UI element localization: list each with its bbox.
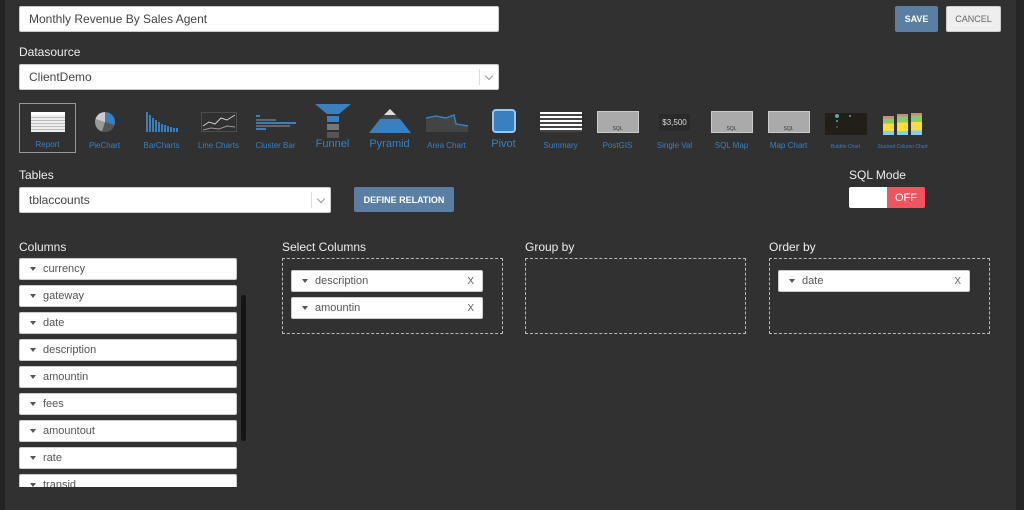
remove-button[interactable]: X (467, 276, 474, 287)
caret-down-icon (30, 294, 36, 298)
column-item[interactable]: gateway (19, 285, 237, 307)
field-name: amountin (315, 302, 361, 314)
column-name: gateway (43, 290, 84, 302)
column-item[interactable]: description (19, 339, 237, 361)
caret-down-icon (30, 402, 36, 406)
order-by-dropzone[interactable]: date X (769, 258, 990, 334)
column-item[interactable]: currency (19, 258, 237, 280)
caret-down-icon (30, 321, 36, 325)
column-name: fees (43, 398, 64, 410)
group-by-label: Group by (525, 240, 575, 254)
column-name: rate (43, 452, 62, 464)
column-name: description (43, 344, 97, 356)
column-item[interactable]: date (19, 312, 237, 334)
caret-down-icon (789, 279, 795, 283)
column-item[interactable]: amountin (19, 366, 237, 388)
field-name: description (315, 275, 369, 287)
column-item[interactable]: transid (19, 474, 237, 487)
caret-down-icon (30, 267, 36, 271)
remove-button[interactable]: X (954, 276, 961, 287)
column-item[interactable]: amountout (19, 420, 237, 442)
selected-field[interactable]: date X (778, 270, 970, 292)
column-name: currency (43, 263, 86, 275)
order-by-label: Order by (769, 240, 816, 254)
field-name: date (802, 275, 824, 287)
caret-down-icon (30, 375, 36, 379)
caret-down-icon (30, 348, 36, 352)
selected-field[interactable]: description X (291, 270, 483, 292)
selected-field[interactable]: amountin X (291, 297, 483, 319)
column-name: transid (43, 479, 77, 487)
caret-down-icon (302, 306, 308, 310)
remove-button[interactable]: X (467, 303, 474, 314)
column-item[interactable]: rate (19, 447, 237, 469)
column-item[interactable]: fees (19, 393, 237, 415)
select-columns-dropzone[interactable]: description Xamountin X (282, 258, 503, 334)
column-name: date (43, 317, 65, 329)
caret-down-icon (30, 456, 36, 460)
columns-list: currency gateway date description amountin fe… (0, 0, 1024, 487)
columns-scrollbar[interactable] (241, 295, 246, 441)
column-name: amountout (43, 425, 95, 437)
column-name: amountin (43, 371, 89, 383)
caret-down-icon (30, 483, 36, 487)
caret-down-icon (302, 279, 308, 283)
group-by-dropzone[interactable] (525, 258, 746, 334)
select-columns-label: Select Columns (282, 240, 367, 254)
caret-down-icon (30, 429, 36, 433)
